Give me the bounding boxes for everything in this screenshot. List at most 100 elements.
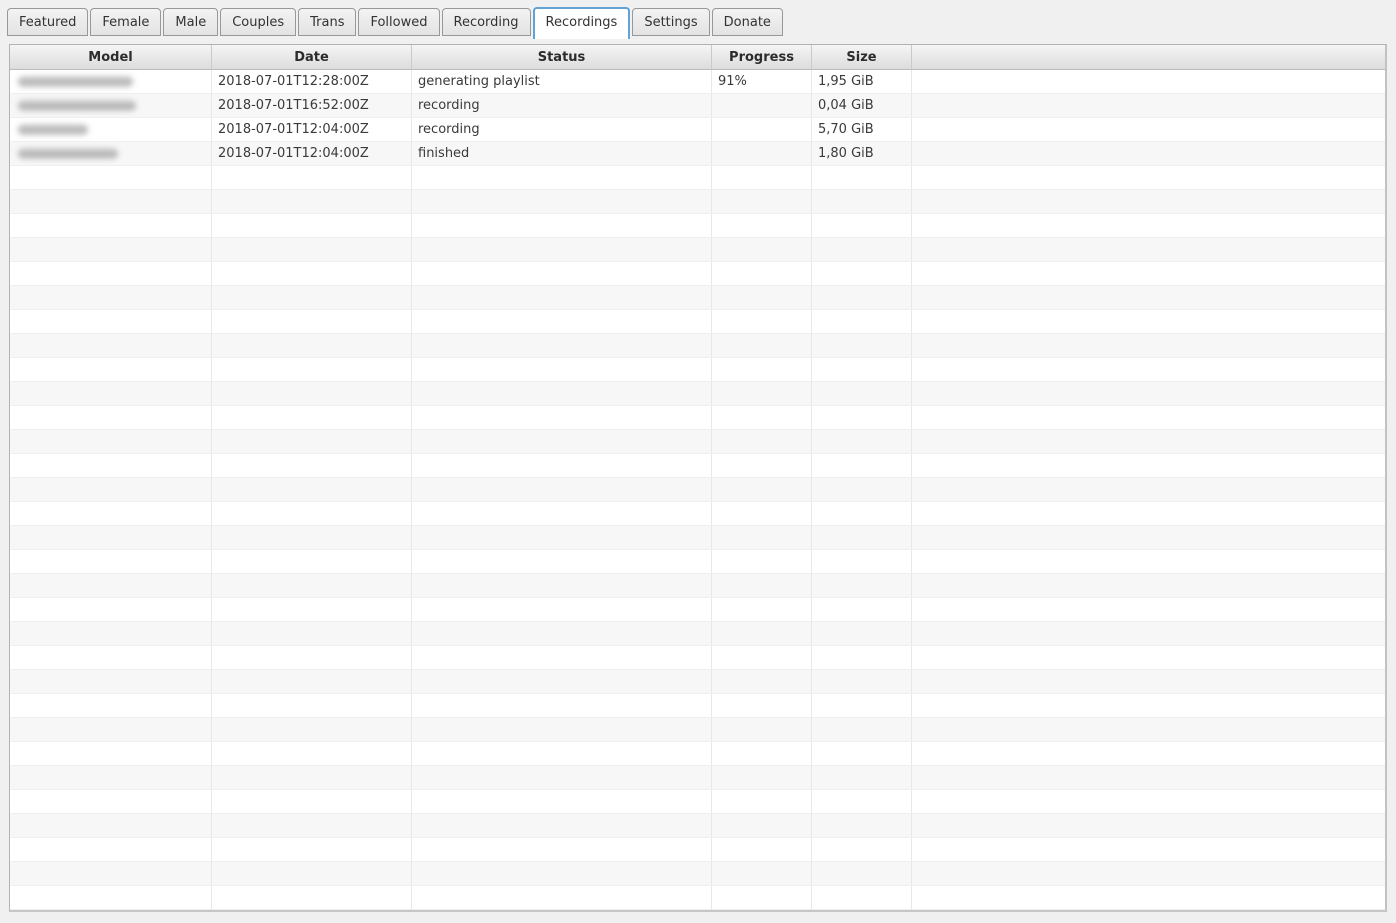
cell-status (412, 454, 712, 477)
cell-size: 1,80 GiB (812, 142, 912, 165)
cell-status (412, 382, 712, 405)
cell-progress (712, 310, 812, 333)
cell-date (212, 622, 412, 645)
cell-status (412, 862, 712, 885)
cell-progress (712, 238, 812, 261)
cell-status (412, 766, 712, 789)
cell-progress (712, 790, 812, 813)
empty-row[interactable] (10, 214, 1385, 238)
empty-row[interactable] (10, 310, 1385, 334)
cell-status (412, 526, 712, 549)
tab-donate[interactable]: Donate (712, 8, 783, 36)
empty-row[interactable] (10, 598, 1385, 622)
empty-row[interactable] (10, 334, 1385, 358)
cell-date (212, 742, 412, 765)
cell-progress (712, 838, 812, 861)
cell-filler (912, 310, 1385, 333)
empty-row[interactable] (10, 550, 1385, 574)
empty-row[interactable] (10, 478, 1385, 502)
tab-featured[interactable]: Featured (7, 8, 88, 36)
cell-filler (912, 454, 1385, 477)
recording-row[interactable]: 2018-07-01T12:28:00Zgenerating playlist9… (10, 70, 1385, 94)
empty-row[interactable] (10, 454, 1385, 478)
cell-progress (712, 478, 812, 501)
cell-status (412, 406, 712, 429)
cell-progress (712, 862, 812, 885)
empty-row[interactable] (10, 262, 1385, 286)
cell-progress (712, 646, 812, 669)
cell-model (10, 766, 212, 789)
cell-filler (912, 598, 1385, 621)
cell-status (412, 214, 712, 237)
tab-trans[interactable]: Trans (298, 8, 356, 36)
cell-size (812, 814, 912, 837)
empty-row[interactable] (10, 742, 1385, 766)
empty-row[interactable] (10, 814, 1385, 838)
column-header-date[interactable]: Date (212, 45, 412, 69)
cell-model (10, 70, 212, 93)
empty-row[interactable] (10, 406, 1385, 430)
tab-recording[interactable]: Recording (442, 8, 531, 36)
cell-filler (912, 574, 1385, 597)
empty-row[interactable] (10, 886, 1385, 910)
empty-row[interactable] (10, 790, 1385, 814)
tab-recordings[interactable]: Recordings (533, 7, 631, 39)
column-header-size[interactable]: Size (812, 45, 912, 69)
empty-row[interactable] (10, 838, 1385, 862)
empty-row[interactable] (10, 286, 1385, 310)
cell-date (212, 646, 412, 669)
cell-size (812, 190, 912, 213)
cell-filler (912, 358, 1385, 381)
cell-size (812, 718, 912, 741)
empty-row[interactable] (10, 670, 1385, 694)
redacted-model-name (18, 148, 118, 159)
empty-row[interactable] (10, 718, 1385, 742)
cell-status (412, 358, 712, 381)
cell-filler (912, 886, 1385, 909)
empty-row[interactable] (10, 622, 1385, 646)
cell-filler (912, 622, 1385, 645)
tab-couples[interactable]: Couples (220, 8, 296, 36)
empty-row[interactable] (10, 766, 1385, 790)
cell-status (412, 502, 712, 525)
tab-male[interactable]: Male (163, 8, 218, 36)
cell-size (812, 214, 912, 237)
column-header-progress[interactable]: Progress (712, 45, 812, 69)
cell-filler (912, 190, 1385, 213)
cell-status (412, 430, 712, 453)
cell-model (10, 382, 212, 405)
recording-row[interactable]: 2018-07-01T12:04:00Zrecording5,70 GiB (10, 118, 1385, 142)
empty-row[interactable] (10, 526, 1385, 550)
recording-row[interactable]: 2018-07-01T16:52:00Zrecording0,04 GiB (10, 94, 1385, 118)
cell-model (10, 190, 212, 213)
empty-row[interactable] (10, 646, 1385, 670)
recording-row[interactable]: 2018-07-01T12:04:00Zfinished1,80 GiB (10, 142, 1385, 166)
empty-row[interactable] (10, 190, 1385, 214)
column-header-model[interactable]: Model (10, 45, 212, 69)
empty-row[interactable] (10, 862, 1385, 886)
cell-status (412, 718, 712, 741)
empty-row[interactable] (10, 382, 1385, 406)
cell-status (412, 622, 712, 645)
empty-row[interactable] (10, 166, 1385, 190)
tab-followed[interactable]: Followed (358, 8, 439, 36)
empty-row[interactable] (10, 574, 1385, 598)
tab-female[interactable]: Female (90, 8, 161, 36)
cell-date (212, 862, 412, 885)
cell-date: 2018-07-01T12:28:00Z (212, 70, 412, 93)
empty-row[interactable] (10, 358, 1385, 382)
cell-model (10, 502, 212, 525)
cell-filler (912, 70, 1385, 93)
column-header-status[interactable]: Status (412, 45, 712, 69)
empty-row[interactable] (10, 238, 1385, 262)
empty-row[interactable] (10, 502, 1385, 526)
tab-settings[interactable]: Settings (632, 8, 709, 36)
empty-row[interactable] (10, 694, 1385, 718)
empty-row[interactable] (10, 430, 1385, 454)
cell-date (212, 526, 412, 549)
cell-progress (712, 382, 812, 405)
cell-progress (712, 334, 812, 357)
cell-progress (712, 574, 812, 597)
cell-model (10, 550, 212, 573)
cell-date (212, 310, 412, 333)
